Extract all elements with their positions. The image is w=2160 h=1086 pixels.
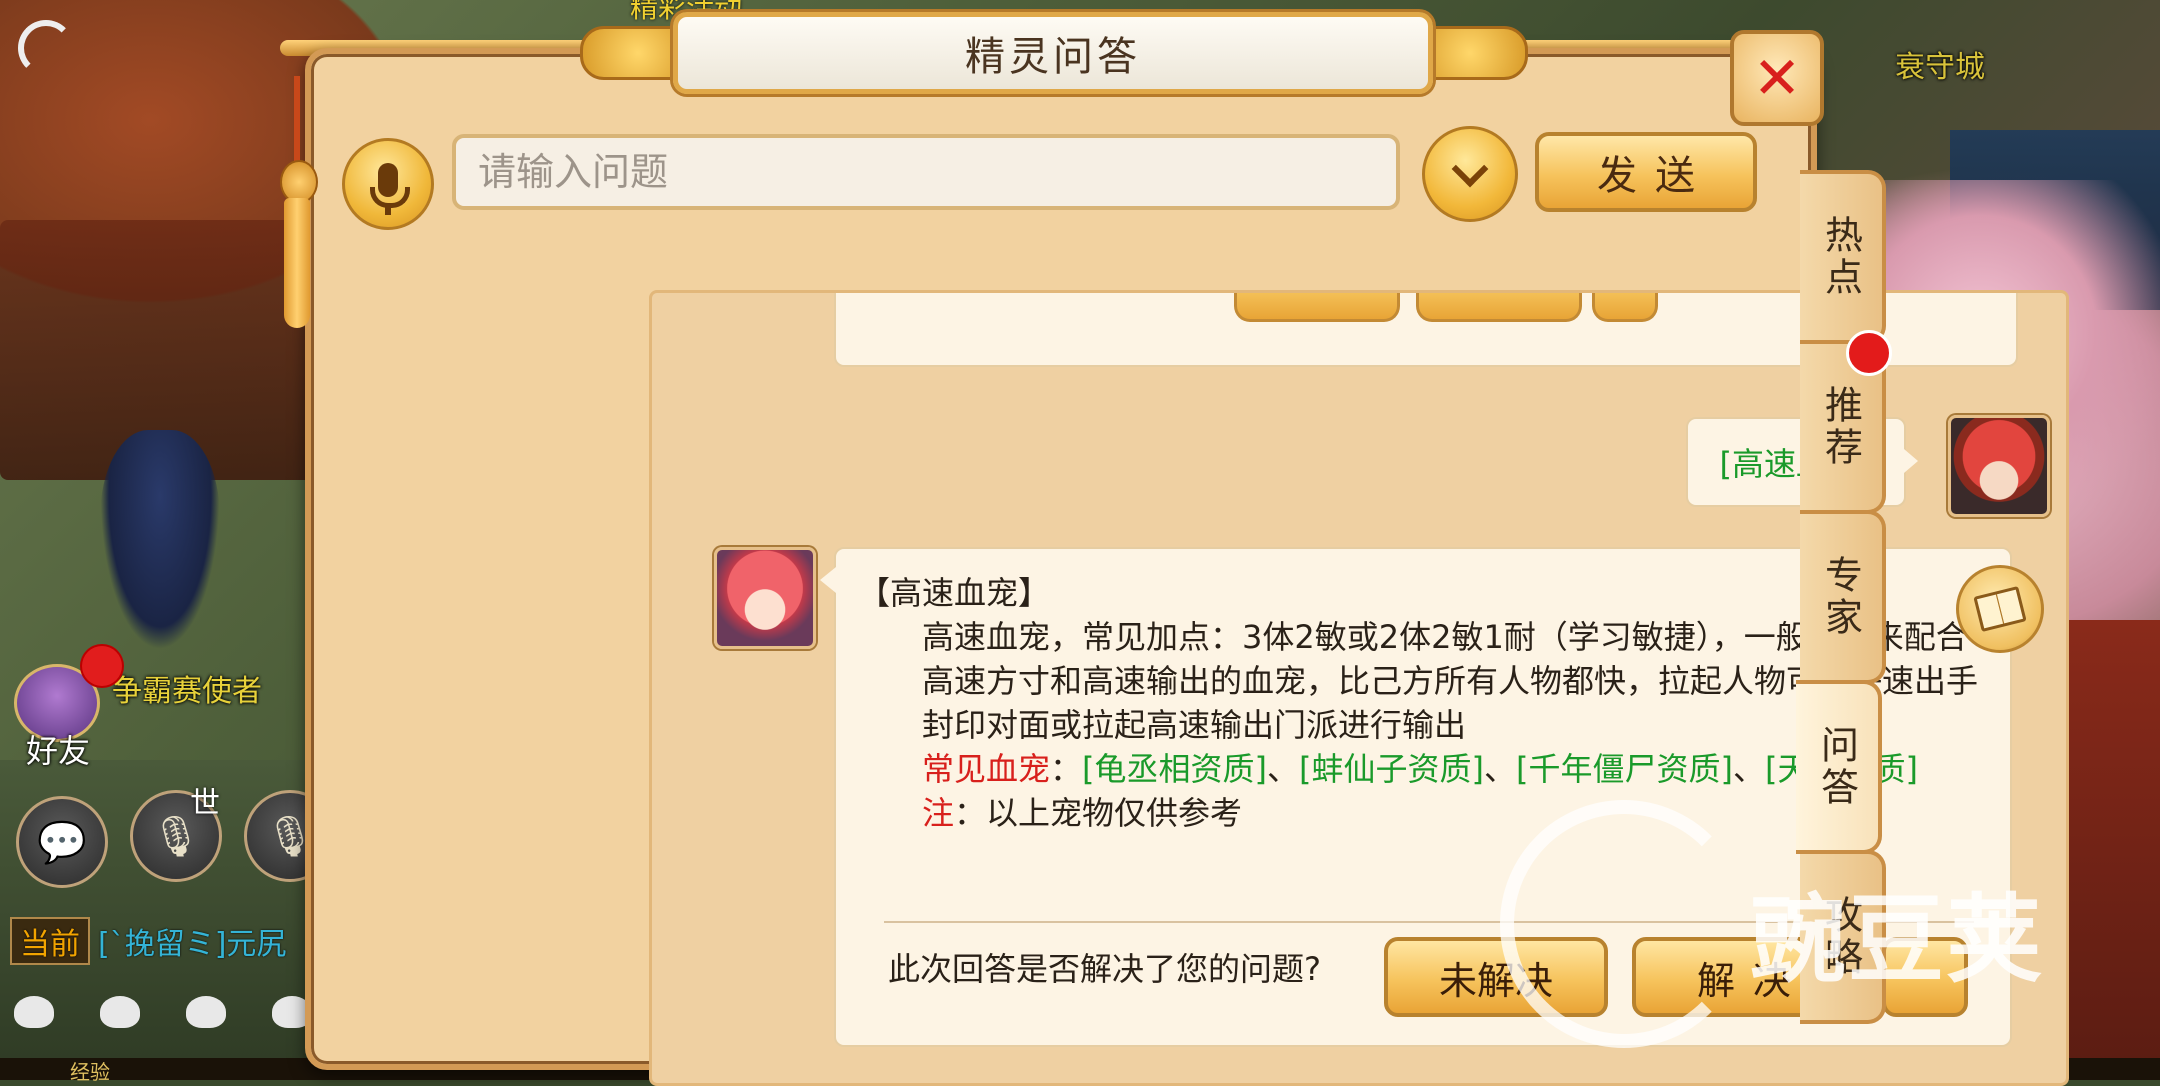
unresolved-button[interactable]: 未解决 [1384,937,1608,1017]
microphone-button[interactable] [342,138,434,230]
chat-line[interactable]: 当前 [`挽留ミ]元尻 [10,917,287,965]
common-pets-label: 常见血宠 [922,750,1051,788]
friend-label: 好友 [26,732,91,770]
tab-expert[interactable]: 专家 [1800,510,1886,684]
back-icon[interactable] [18,20,74,76]
face-icon [14,996,54,1028]
history-dropdown-button[interactable] [1422,126,1518,222]
dialog-title-plaque: 精灵问答 [673,12,1433,94]
tab-label: 攻略 [1818,895,1863,979]
npc-soldier[interactable] [100,430,220,650]
face-icon [186,996,226,1028]
tassel-icon [284,198,310,328]
user-avatar [1948,415,2050,517]
feedback-question: 此次回答是否解决了您的问题? [888,950,1321,988]
book-icon[interactable] [1956,565,2044,653]
pet-link[interactable]: [蚌仙子资质] [1299,750,1484,788]
send-button[interactable]: 发送 [1535,132,1757,212]
note-text: ：以上宠物仅供参考 [954,794,1243,832]
chat-bubble-icon[interactable]: 💬 [16,796,108,888]
previous-button[interactable] [1592,293,1658,322]
extra-button[interactable] [1882,937,1968,1017]
emoji-row [14,996,312,1028]
previous-button[interactable] [1234,293,1400,322]
tab-label: 推荐 [1818,385,1863,469]
close-button[interactable]: ✕ [1730,30,1824,126]
city-name: 衰守城 [1895,50,1985,85]
previous-button[interactable] [1416,293,1582,322]
note-label: 注 [922,794,955,832]
chat-message: [`挽留ミ]元尻 [98,927,287,962]
face-icon [100,996,140,1028]
tab-label: 专家 [1818,555,1863,639]
pet-link[interactable]: [龟丞相资质] [1082,750,1267,788]
friend-button[interactable]: 好友 [14,646,122,770]
chevron-down-icon [1451,150,1489,188]
npc-name-label[interactable]: 争霸赛使者 [112,666,262,710]
experience-label: 经验 [70,1060,110,1084]
tab-qa[interactable]: 问答 [1796,680,1882,854]
tab-notification-dot [1846,330,1892,376]
tab-guide[interactable]: 攻略 [1800,850,1886,1024]
wizard-avatar [714,547,816,649]
question-input[interactable] [452,134,1400,210]
notification-dot [82,646,122,686]
chat-channel-tag: 当前 [10,917,90,965]
tab-label: 热点 [1818,215,1863,299]
world-channel-label: 世 [190,786,220,821]
pet-link[interactable]: [千年僵尸资质] [1516,750,1733,788]
tab-hot[interactable]: 热点 [1800,170,1886,344]
tab-label: 问答 [1814,725,1859,809]
dialog-title: 精灵问答 [965,34,1141,80]
close-icon: ✕ [1752,44,1802,112]
